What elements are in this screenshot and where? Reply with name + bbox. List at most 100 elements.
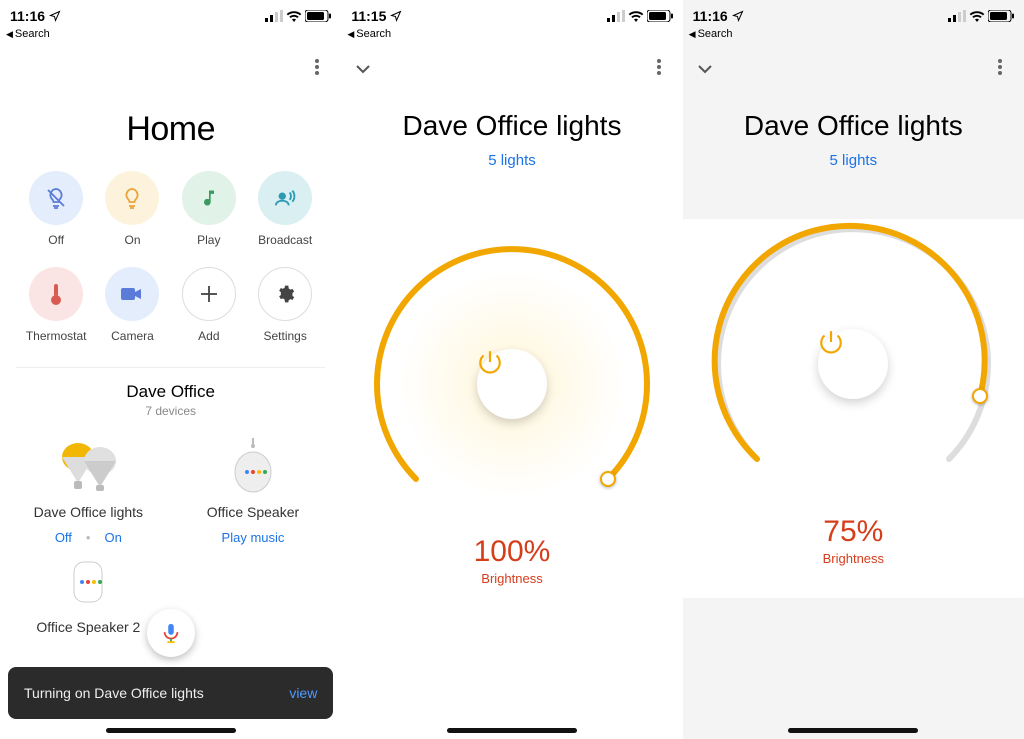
quick-thermostat-button[interactable]: Thermostat: [18, 267, 94, 343]
quick-on-button[interactable]: On: [94, 171, 170, 247]
device-lights-card[interactable]: Dave Office lights Off • On: [13, 436, 163, 545]
back-label: Search: [698, 28, 733, 40]
bulb-on-icon: [120, 186, 144, 210]
divider: [16, 367, 325, 368]
bulb-off-icon: [44, 186, 68, 210]
mic-icon: [160, 622, 182, 644]
back-triangle-icon: ◀: [347, 29, 354, 40]
back-to-search[interactable]: ◀ Search: [0, 28, 341, 40]
status-bar: 11:16: [0, 0, 341, 28]
collapse-button[interactable]: [355, 61, 371, 77]
device-name: Office Speaker 2: [36, 619, 140, 635]
signal-icon: [948, 10, 966, 22]
back-to-search[interactable]: ◀Search: [683, 28, 1024, 40]
quick-broadcast-button[interactable]: Broadcast: [247, 171, 323, 247]
toast-view-action[interactable]: view: [289, 685, 317, 701]
wifi-icon: [628, 10, 644, 22]
quick-label: Play: [197, 233, 220, 247]
quick-label: Broadcast: [258, 233, 312, 247]
location-icon: [49, 10, 61, 22]
home-indicator[interactable]: [106, 728, 236, 733]
quick-camera-button[interactable]: Camera: [94, 267, 170, 343]
lights-icon: [53, 439, 123, 493]
back-label: Search: [356, 28, 391, 40]
chevron-down-icon: [355, 64, 371, 74]
power-button[interactable]: [477, 349, 547, 419]
light-control-75: 11:16 ◀Search Dave Office lights 5 light…: [683, 0, 1024, 739]
light-count-link[interactable]: 5 lights: [341, 152, 682, 169]
quick-off-button[interactable]: Off: [18, 171, 94, 247]
brightness-label: Brightness: [341, 571, 682, 586]
play-music-action[interactable]: Play music: [222, 530, 285, 545]
light-control-100: 11:15 ◀Search Dave Office lights 5 light…: [341, 0, 682, 739]
overflow-menu-button[interactable]: [307, 59, 327, 80]
dot-separator: •: [86, 530, 91, 545]
device-speaker2-card[interactable]: Office Speaker 2: [13, 551, 163, 635]
light-count-link[interactable]: 5 lights: [683, 152, 1024, 169]
device-speaker-card[interactable]: Office Speaker Play music: [178, 436, 328, 545]
home-indicator[interactable]: [447, 728, 577, 733]
camera-icon: [121, 286, 143, 302]
battery-icon: [305, 10, 331, 22]
broadcast-icon: [274, 187, 296, 209]
voice-assistant-button[interactable]: [147, 609, 195, 657]
light-title: Dave Office lights: [683, 110, 1024, 142]
speaker-icon: [233, 438, 273, 494]
wifi-icon: [969, 10, 985, 22]
brightness-dial[interactable]: [708, 219, 998, 509]
overflow-menu-button[interactable]: [649, 59, 669, 80]
toast-notification: Turning on Dave Office lights view: [8, 667, 333, 719]
quick-label: On: [124, 233, 140, 247]
signal-icon: [265, 10, 283, 22]
status-time: 11:16: [693, 8, 728, 24]
mini-speaker-icon: [70, 556, 106, 606]
quick-play-button[interactable]: Play: [171, 171, 247, 247]
lights-off-action[interactable]: Off: [55, 530, 72, 545]
home-screen: 11:16 ◀ Search Home Off On Play: [0, 0, 341, 739]
plus-icon: [200, 285, 218, 303]
quick-label: Camera: [111, 329, 154, 343]
brightness-knob[interactable]: [600, 471, 616, 487]
status-bar: 11:16: [683, 0, 1024, 28]
light-title: Dave Office lights: [341, 110, 682, 142]
quick-label: Off: [48, 233, 64, 247]
power-icon: [477, 349, 503, 375]
room-title: Dave Office: [0, 382, 341, 402]
power-button[interactable]: [818, 329, 888, 399]
gear-icon: [275, 284, 295, 304]
device-name: Office Speaker: [207, 504, 299, 520]
status-time: 11:16: [10, 8, 45, 24]
back-triangle-icon: ◀: [6, 29, 13, 40]
room-device-count: 7 devices: [0, 404, 341, 418]
brightness-percent: 75%: [683, 515, 1024, 549]
wifi-icon: [286, 10, 302, 22]
power-icon: [818, 329, 844, 355]
status-time: 11:15: [351, 8, 386, 24]
battery-icon: [647, 10, 673, 22]
back-label: Search: [15, 28, 50, 40]
quick-settings-button[interactable]: Settings: [247, 267, 323, 343]
back-to-search[interactable]: ◀Search: [341, 28, 682, 40]
overflow-menu-button[interactable]: [990, 59, 1010, 80]
chevron-down-icon: [697, 64, 713, 74]
quick-label: Thermostat: [26, 329, 87, 343]
home-indicator[interactable]: [788, 728, 918, 733]
brightness-percent: 100%: [341, 535, 682, 569]
status-bar: 11:15: [341, 0, 682, 28]
brightness-label: Brightness: [683, 551, 1024, 566]
lights-on-action[interactable]: On: [104, 530, 121, 545]
battery-icon: [988, 10, 1014, 22]
collapse-button[interactable]: [697, 61, 713, 77]
back-triangle-icon: ◀: [689, 29, 696, 40]
quick-label: Settings: [263, 329, 306, 343]
brightness-dial[interactable]: [367, 239, 657, 529]
quick-actions-grid: Off On Play Broadcast Thermostat Camera …: [0, 171, 341, 343]
location-icon: [732, 10, 744, 22]
quick-label: Add: [198, 329, 219, 343]
device-name: Dave Office lights: [34, 504, 143, 520]
toast-message: Turning on Dave Office lights: [24, 685, 204, 701]
quick-add-button[interactable]: Add: [171, 267, 247, 343]
location-icon: [390, 10, 402, 22]
signal-icon: [607, 10, 625, 22]
page-title: Home: [0, 110, 341, 149]
